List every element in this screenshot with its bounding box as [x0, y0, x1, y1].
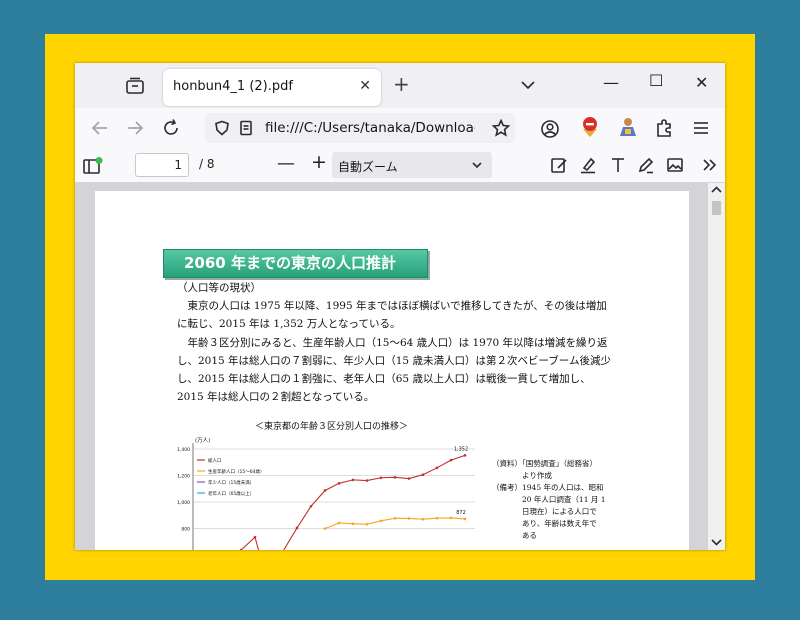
data-point — [463, 517, 467, 521]
menu-hamburger-icon[interactable] — [692, 119, 710, 137]
data-point — [435, 516, 439, 520]
data-point — [407, 477, 411, 480]
highlight-icon[interactable] — [579, 156, 597, 174]
section-label: （人口等の現状） — [177, 282, 261, 294]
paragraph-2: 年齢３区分別にみると、生産年齢人口（15～64 歳人口）は 1970 年以降は増… — [177, 337, 611, 403]
reload-icon[interactable] — [161, 118, 181, 138]
data-point — [435, 466, 439, 470]
y-tick-label: 800 — [181, 527, 190, 533]
data-point — [337, 482, 341, 485]
scrollbar-thumb[interactable] — [712, 201, 721, 215]
pdf-toolbar: 1 / 8 — + 自動ズーム — [75, 148, 725, 183]
population-chart: (万人) 1,4001,2001,000800600 総人口生産年齢人口（15～… — [177, 437, 475, 550]
data-point — [365, 479, 369, 482]
close-window-button[interactable]: ✕ — [695, 73, 708, 92]
document-heading: 2060 年までの東京の人口推計 — [163, 249, 428, 278]
scroll-up-icon[interactable] — [711, 186, 722, 194]
data-point — [351, 522, 355, 526]
pdf-viewer[interactable]: 2060 年までの東京の人口推計 （人口等の現状） 東京の人口は 1975 年以… — [75, 183, 708, 550]
tab-bar: honbun4_1 (2).pdf ✕ + — ☐ ✕ — [75, 63, 725, 108]
image-tool-icon[interactable] — [666, 156, 684, 174]
zoom-out-button[interactable]: — — [277, 153, 295, 174]
data-point — [463, 454, 467, 457]
url-text[interactable]: file:///C:/Users/tanaka/Downloads/b — [265, 120, 475, 136]
data-point — [421, 517, 425, 521]
back-arrow-icon[interactable] — [90, 118, 110, 138]
pdf-page: 2060 年までの東京の人口推計 （人口等の現状） 東京の人口は 1975 年以… — [95, 191, 689, 550]
legend-label: 老年人口（65歳以上） — [208, 490, 254, 497]
page-info-icon[interactable] — [238, 120, 254, 136]
new-tab-button[interactable]: + — [393, 73, 410, 95]
data-point — [295, 526, 299, 530]
chart-notes: （資料）「国勢調査」（総務省） より作成 （備考）1945 年の人口は、昭和 2… — [492, 458, 606, 542]
data-point — [253, 535, 257, 539]
note-remark-4: あり、年齢は数え年で — [492, 519, 597, 528]
data-point — [379, 476, 383, 480]
data-point — [449, 516, 453, 520]
data-point — [337, 521, 341, 525]
page-number-input[interactable]: 1 — [135, 153, 189, 177]
data-point — [449, 458, 453, 462]
note-remark-3: 日現在）による人口で — [492, 507, 597, 516]
scroll-down-icon[interactable] — [711, 538, 722, 546]
note-remark: （備考）1945 年の人口は、昭和 — [492, 483, 604, 492]
data-point — [393, 476, 397, 479]
page-count: / 8 — [199, 157, 215, 171]
zoom-select-label: 自動ズーム — [338, 160, 398, 174]
bookmark-star-icon[interactable] — [492, 119, 510, 137]
data-point — [323, 527, 327, 530]
data-point — [365, 522, 369, 526]
note-source: （資料）「国勢調査」（総務省） — [492, 459, 597, 468]
end-value-label: 1,352 — [454, 446, 468, 452]
tab-pdf[interactable]: honbun4_1 (2).pdf ✕ — [163, 69, 381, 106]
data-point — [351, 478, 355, 482]
sign-icon[interactable] — [550, 156, 568, 174]
sidebar-toggle-icon[interactable] — [83, 157, 103, 175]
chevron-down-icon — [472, 162, 482, 169]
data-point — [393, 516, 397, 520]
draw-icon[interactable] — [637, 156, 655, 174]
tab-list-icon[interactable] — [125, 77, 145, 95]
extension-blocker-icon[interactable] — [579, 115, 601, 139]
extensions-puzzle-icon[interactable] — [655, 118, 675, 138]
legend-label: 年少人口（15歳未満） — [208, 479, 254, 486]
note-source-2: より作成 — [492, 471, 552, 480]
minimize-button[interactable]: — — [603, 73, 619, 92]
extension-helper-icon[interactable] — [617, 116, 639, 138]
data-point — [309, 504, 313, 508]
browser-window: honbun4_1 (2).pdf ✕ + — ☐ ✕ file:///C:/U… — [75, 63, 725, 550]
data-point — [407, 517, 411, 520]
y-axis-label: (万人) — [195, 437, 210, 444]
zoom-select[interactable]: 自動ズーム — [332, 152, 492, 178]
chart-title: ＜東京都の年齢３区分別人口の推移＞ — [255, 422, 409, 432]
note-remark-2: 20 年人口調査（11 月 1 — [492, 495, 606, 504]
end-value-label: 872 — [456, 510, 466, 516]
legend-label: 総人口 — [208, 457, 222, 464]
account-icon[interactable] — [540, 119, 560, 139]
y-tick-label: 1,400 — [177, 447, 190, 453]
data-point — [379, 519, 383, 523]
text-tool-icon[interactable] — [609, 156, 627, 174]
zoom-in-button[interactable]: + — [311, 151, 327, 173]
url-bar[interactable]: file:///C:/Users/tanaka/Downloads/b — [205, 113, 515, 143]
maximize-button[interactable]: ☐ — [649, 71, 663, 90]
y-tick-label: 1,200 — [177, 474, 190, 480]
more-tools-icon[interactable] — [702, 157, 718, 173]
y-tick-label: 1,000 — [177, 500, 190, 506]
close-tab-icon[interactable]: ✕ — [359, 78, 371, 94]
note-remark-5: ある — [492, 531, 537, 540]
forward-arrow-icon[interactable] — [125, 118, 145, 138]
vertical-scrollbar[interactable] — [708, 183, 725, 550]
chevron-down-icon[interactable] — [520, 77, 536, 93]
legend-label: 生産年齢人口（15～64歳） — [208, 468, 264, 475]
data-point — [323, 489, 327, 492]
shield-icon[interactable] — [214, 120, 230, 136]
navigation-bar: file:///C:/Users/tanaka/Downloads/b — [75, 108, 725, 148]
data-point — [421, 473, 425, 477]
paragraph-1: 東京の人口は 1975 年以降、1995 年まではほぼ横ばいで推移してきたが、そ… — [177, 300, 607, 330]
tab-title: honbun4_1 (2).pdf — [173, 79, 293, 94]
